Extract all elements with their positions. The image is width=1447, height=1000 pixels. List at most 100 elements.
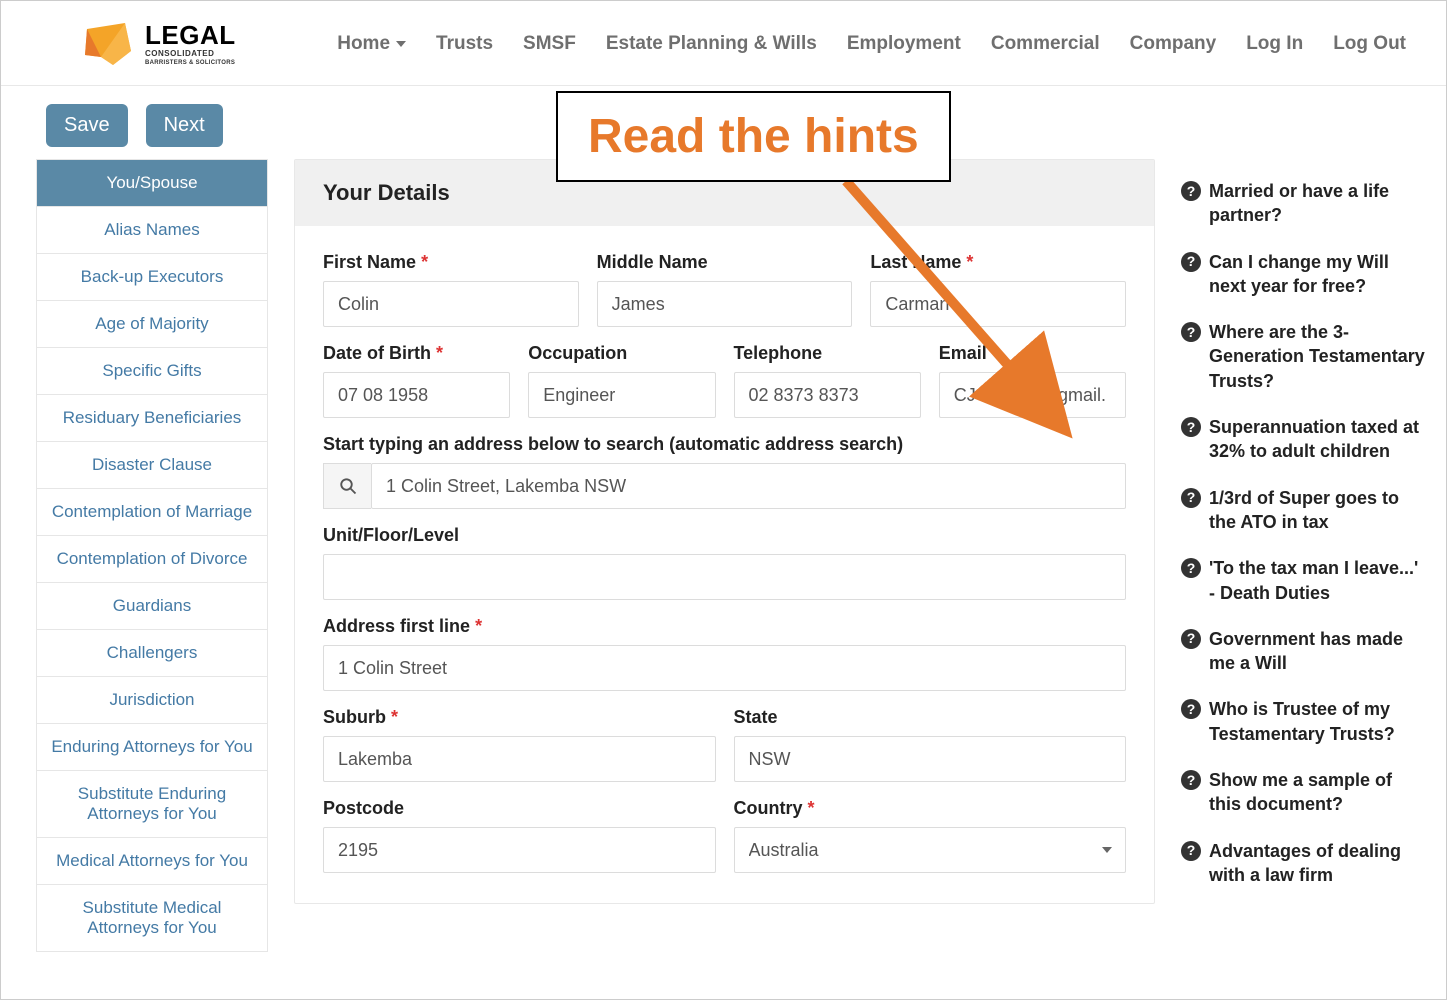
label-last-name: Last Name * [870,252,1126,273]
first-name-field[interactable] [323,281,579,327]
label-first-name: First Name * [323,252,579,273]
nav-trusts[interactable]: Trusts [436,33,493,55]
hint-item[interactable]: ? Superannuation taxed at 32% to adult c… [1181,415,1426,464]
label-postcode: Postcode [323,798,716,819]
label-unit: Unit/Floor/Level [323,525,1126,546]
question-icon: ? [1181,252,1201,272]
occupation-field[interactable] [528,372,715,418]
label-country: Country * [734,798,1127,819]
label-address-search: Start typing an address below to search … [323,434,1126,455]
question-icon: ? [1181,699,1201,719]
question-icon: ? [1181,181,1201,201]
label-dob: Date of Birth * [323,343,510,364]
main-content: Your Details First Name * Middle Name [268,159,1181,952]
hint-text: Who is Trustee of my Testamentary Trusts… [1209,697,1426,746]
hint-item[interactable]: ? Government has made me a Will [1181,627,1426,676]
sidebar-item-contemplation-divorce[interactable]: Contemplation of Divorce [37,535,267,582]
email-field[interactable] [939,372,1126,418]
state-field[interactable] [734,736,1127,782]
hint-text: 'To the tax man I leave...' - Death Duti… [1209,556,1426,605]
sidebar-item-challengers[interactable]: Challengers [37,629,267,676]
label-suburb: Suburb * [323,707,716,728]
nav-estate[interactable]: Estate Planning & Wills [606,33,817,55]
logo-text-tag: BARRISTERS & SOLICITORS [145,60,236,66]
hint-item[interactable]: ? Can I change my Will next year for fre… [1181,250,1426,299]
logo-text-sub: CONSOLIDATED [145,50,236,58]
question-icon: ? [1181,770,1201,790]
logo[interactable]: LEGAL CONSOLIDATED BARRISTERS & SOLICITO… [81,21,236,67]
country-select[interactable] [734,827,1127,873]
save-button[interactable]: Save [46,104,128,147]
label-addr1: Address first line * [323,616,1126,637]
hint-item[interactable]: ? Advantages of dealing with a law firm [1181,839,1426,888]
question-icon: ? [1181,629,1201,649]
hints-panel: ? Married or have a life partner? ? Can … [1181,159,1446,952]
hint-text: Can I change my Will next year for free? [1209,250,1426,299]
sidebar-item-disaster-clause[interactable]: Disaster Clause [37,441,267,488]
nav-login[interactable]: Log In [1246,33,1303,55]
hint-item[interactable]: ? 'To the tax man I leave...' - Death Du… [1181,556,1426,605]
label-state: State [734,707,1127,728]
callout-box: Read the hints [556,91,951,182]
logo-text-top: LEGAL [145,20,236,50]
sidebar: You/Spouse Alias Names Back-up Executors… [36,159,268,952]
nav-employment[interactable]: Employment [847,33,961,55]
question-icon: ? [1181,841,1201,861]
hint-text: Where are the 3-Generation Testamentary … [1209,320,1426,393]
hint-text: Superannuation taxed at 32% to adult chi… [1209,415,1426,464]
sidebar-item-residuary-beneficiaries[interactable]: Residuary Beneficiaries [37,394,267,441]
hint-item[interactable]: ? Who is Trustee of my Testamentary Trus… [1181,697,1426,746]
question-icon: ? [1181,558,1201,578]
sidebar-item-medical-attorneys[interactable]: Medical Attorneys for You [37,837,267,884]
unit-field[interactable] [323,554,1126,600]
address-search-field[interactable] [371,463,1126,509]
hint-text: Show me a sample of this document? [1209,768,1426,817]
hint-item[interactable]: ? Married or have a life partner? [1181,179,1426,228]
nav-smsf[interactable]: SMSF [523,33,576,55]
hint-text: Married or have a life partner? [1209,179,1426,228]
label-occupation: Occupation [528,343,715,364]
sidebar-item-alias-names[interactable]: Alias Names [37,206,267,253]
chevron-down-icon [396,41,406,47]
hint-item[interactable]: ? Show me a sample of this document? [1181,768,1426,817]
site-header: LEGAL CONSOLIDATED BARRISTERS & SOLICITO… [1,1,1446,86]
sidebar-item-sub-medical-attorneys[interactable]: Substitute Medical Attorneys for You [37,884,267,951]
telephone-field[interactable] [734,372,921,418]
question-icon: ? [1181,322,1201,342]
sidebar-item-guardians[interactable]: Guardians [37,582,267,629]
nav-commercial[interactable]: Commercial [991,33,1100,55]
question-icon: ? [1181,488,1201,508]
question-icon: ? [1181,417,1201,437]
middle-name-field[interactable] [597,281,853,327]
hint-text: Government has made me a Will [1209,627,1426,676]
top-nav: Home Trusts SMSF Estate Planning & Wills… [337,33,1406,55]
label-email: Email [939,343,1126,364]
sidebar-item-age-majority[interactable]: Age of Majority [37,300,267,347]
next-button[interactable]: Next [146,104,223,147]
sidebar-item-you-spouse[interactable]: You/Spouse [37,160,267,206]
label-telephone: Telephone [734,343,921,364]
logo-icon [81,21,135,67]
dob-field[interactable] [323,372,510,418]
nav-logout[interactable]: Log Out [1333,33,1406,55]
nav-home-label: Home [337,33,390,55]
sidebar-item-specific-gifts[interactable]: Specific Gifts [37,347,267,394]
suburb-field[interactable] [323,736,716,782]
sidebar-item-contemplation-marriage[interactable]: Contemplation of Marriage [37,488,267,535]
hint-text: 1/3rd of Super goes to the ATO in tax [1209,486,1426,535]
last-name-field[interactable] [870,281,1126,327]
sidebar-item-sub-enduring-attorneys[interactable]: Substitute Enduring Attorneys for You [37,770,267,837]
label-middle-name: Middle Name [597,252,853,273]
sidebar-item-backup-executors[interactable]: Back-up Executors [37,253,267,300]
postcode-field[interactable] [323,827,716,873]
sidebar-item-jurisdiction[interactable]: Jurisdiction [37,676,267,723]
nav-home[interactable]: Home [337,33,406,55]
form-card: Your Details First Name * Middle Name [294,159,1155,904]
hint-text: Advantages of dealing with a law firm [1209,839,1426,888]
nav-company[interactable]: Company [1130,33,1217,55]
hint-item[interactable]: ? 1/3rd of Super goes to the ATO in tax [1181,486,1426,535]
hint-item[interactable]: ? Where are the 3-Generation Testamentar… [1181,320,1426,393]
addr1-field[interactable] [323,645,1126,691]
search-icon [323,463,371,509]
sidebar-item-enduring-attorneys[interactable]: Enduring Attorneys for You [37,723,267,770]
